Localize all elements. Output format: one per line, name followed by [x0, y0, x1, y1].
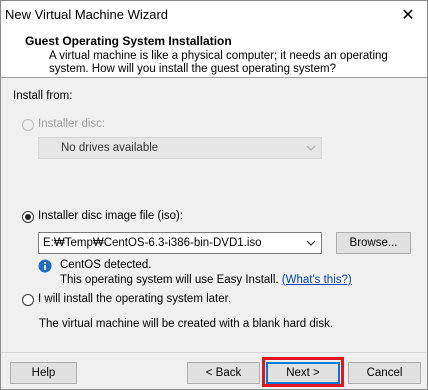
- page-title: Guest Operating System Installation: [25, 34, 232, 48]
- help-button[interactable]: Help: [10, 362, 77, 384]
- iso-radio[interactable]: [22, 211, 34, 223]
- iso-label: Installer disc image file (iso):: [38, 210, 184, 222]
- detected-text: CentOS detected.: [60, 259, 152, 271]
- title-bar: New Virtual Machine Wizard ✕: [1, 1, 427, 30]
- easy-install-text: This operating system will use Easy Inst…: [60, 274, 279, 286]
- close-icon[interactable]: ✕: [393, 3, 423, 27]
- chevron-down-icon: [306, 145, 316, 151]
- install-later-radio[interactable]: [22, 294, 34, 306]
- wizard-content: Install from: Installer disc: No drives …: [1, 78, 427, 350]
- info-icon: [38, 259, 52, 273]
- drive-select-value: No drives available: [61, 142, 159, 154]
- install-later-note: The virtual machine will be created with…: [39, 318, 334, 330]
- page-description: A virtual machine is like a physical com…: [49, 50, 409, 76]
- browse-button[interactable]: Browse...: [336, 232, 411, 254]
- wizard-header: Guest Operating System Installation A vi…: [1, 30, 427, 78]
- description-line-2: system. How will you install the guest o…: [49, 63, 336, 75]
- drive-select[interactable]: No drives available: [38, 137, 322, 159]
- chevron-down-icon[interactable]: [305, 237, 317, 249]
- cancel-button[interactable]: Cancel: [348, 362, 421, 384]
- window-title: New Virtual Machine Wizard: [5, 7, 169, 22]
- wizard-window: New Virtual Machine Wizard ✕ Guest Opera…: [0, 0, 428, 390]
- easy-install-line: This operating system will use Easy Inst…: [60, 274, 352, 286]
- iso-path-combo[interactable]: E:₩Temp₩CentOS-6.3-i386-bin-DVD1.iso: [38, 232, 322, 254]
- next-highlight-box: [262, 357, 344, 387]
- iso-path-value: E:₩Temp₩CentOS-6.3-i386-bin-DVD1.iso: [43, 237, 262, 249]
- back-button[interactable]: < Back: [187, 362, 260, 384]
- whats-this-link[interactable]: (What's this?): [282, 274, 352, 286]
- description-line-1: A virtual machine is like a physical com…: [49, 50, 388, 62]
- installer-disc-radio[interactable]: [22, 119, 34, 131]
- installer-disc-label: Installer disc:: [38, 118, 106, 130]
- install-from-label: Install from:: [13, 90, 73, 102]
- install-later-label: I will install the operating system late…: [38, 293, 232, 305]
